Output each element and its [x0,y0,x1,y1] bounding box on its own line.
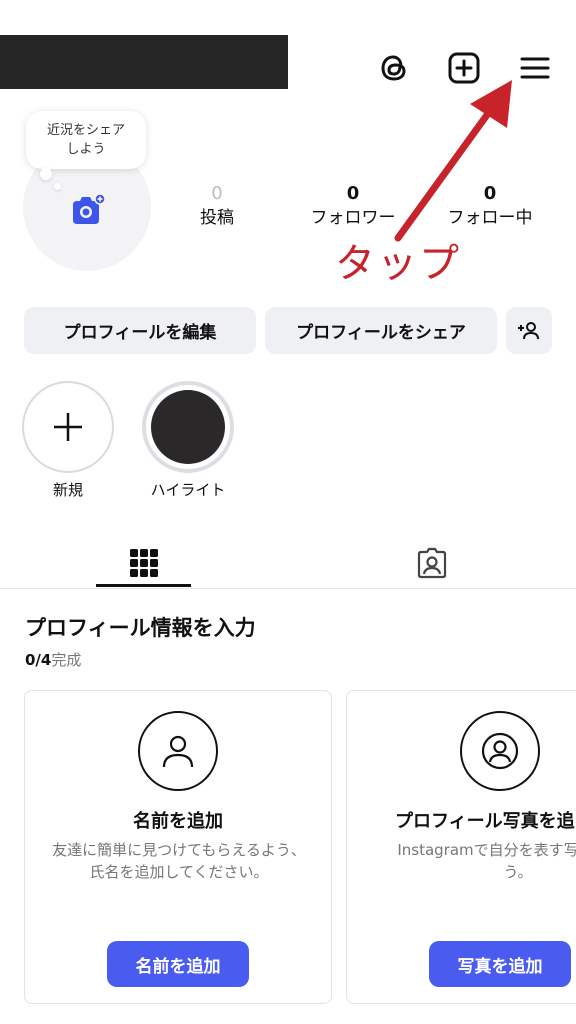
progress-text: 0/4完成 [25,650,81,670]
stat-posts-value: 0 [211,183,223,204]
note-bubble[interactable]: 近況をシェア しよう [26,111,146,169]
progress-count: 0/4 [25,651,52,669]
stat-following[interactable]: 0 フォロー中 [436,183,544,231]
stat-posts-label: 投稿 [200,208,234,228]
menu-icon[interactable] [515,48,555,88]
add-photo-card: プロフィール写真を追 Instagramで自分を表す写真を選ぼう。 写真を追加 [346,690,576,1004]
section-title: プロフィール情報を入力 [25,616,256,640]
profile-photo-icon [460,711,540,791]
note-bubble-text: 近況をシェア しよう [46,123,125,157]
tagged-icon [417,547,447,579]
redacted-username [0,35,288,89]
stat-followers-label: フォロワー [310,208,396,228]
note-bubble-tail-small [54,183,61,190]
add-photo-icon [73,193,105,224]
share-profile-button[interactable]: プロフィールをシェア [265,307,497,354]
stat-followers-value: 0 [346,183,360,204]
tab-grid[interactable] [96,538,191,588]
stat-following-value: 0 [483,183,497,204]
active-tab-indicator [96,584,191,587]
tab-tagged[interactable] [384,538,480,588]
card-description: 友達に簡単に見つけてもらえるよう、氏名を追加してください。 [52,841,306,881]
edit-profile-button[interactable]: プロフィールを編集 [24,307,256,354]
highlight-label: ハイライト [150,481,226,499]
note-bubble-tail [40,168,52,180]
stat-posts[interactable]: 0 投稿 [180,183,254,231]
card-description: Instagramで自分を表す写真を選ぼう。 [397,841,576,881]
plus-icon [54,413,82,441]
add-name-button[interactable]: 名前を追加 [107,941,249,987]
highlight-cover [151,390,225,464]
divider [0,588,576,589]
add-person-icon [518,321,539,339]
stat-followers[interactable]: 0 フォロワー [300,183,406,231]
discover-people-button[interactable] [506,307,552,354]
person-icon [138,711,218,791]
grid-icon [129,549,158,577]
annotation-text: タップ [335,241,461,287]
card-title: 名前を追加 [133,811,223,832]
add-photo-button[interactable]: 写真を追加 [429,941,571,987]
new-highlight-button[interactable] [22,381,114,473]
threads-icon[interactable] [374,48,414,88]
new-highlight-label: 新規 [52,481,83,499]
stat-following-label: フォロー中 [447,208,533,228]
progress-label: 完成 [51,651,82,669]
card-title: プロフィール写真を追 [395,811,575,832]
add-name-card: 名前を追加 友達に簡単に見つけてもらえるよう、氏名を追加してください。 名前を追… [24,690,332,1004]
add-icon[interactable] [444,48,484,88]
highlight-item[interactable] [142,381,234,473]
